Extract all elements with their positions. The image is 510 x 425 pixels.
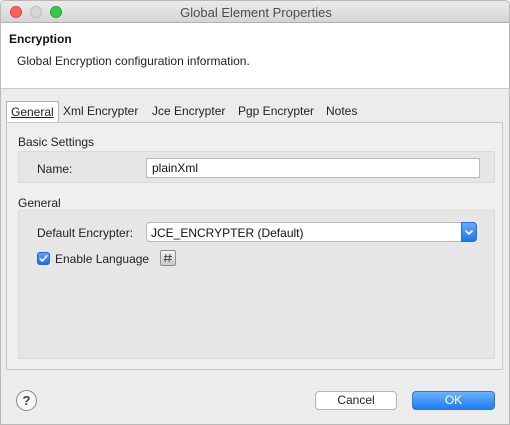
section-title: Encryption [9,32,72,46]
default-encrypter-value: JCE_ENCRYPTER (Default) [151,226,304,240]
checkmark-icon [39,255,48,262]
general-group-label: General [18,196,61,210]
chevron-down-icon[interactable] [461,222,477,242]
cancel-button[interactable]: Cancel [315,391,397,410]
help-icon[interactable]: ? [16,390,37,411]
tab-jce-encrypter[interactable]: Jce Encrypter [148,101,229,122]
ok-button[interactable]: OK [412,391,495,410]
tab-general[interactable]: General [6,101,59,123]
name-label: Name: [37,162,73,176]
window-title: Global Element Properties [180,5,332,20]
enable-language-label: Enable Language [55,252,150,266]
tab-pgp-encrypter[interactable]: Pgp Encrypter [234,101,318,122]
section-description: Global Encryption configuration informat… [17,54,250,68]
basic-settings-label: Basic Settings [18,135,95,149]
dialog-window: Global Element Properties Encryption Glo… [0,0,510,425]
general-group: Default Encrypter: JCE_ENCRYPTER (Defaul… [18,210,495,359]
name-input[interactable] [146,158,480,178]
hash-icon [163,253,172,263]
default-encrypter-label: Default Encrypter: [37,226,134,240]
enable-language-checkbox[interactable] [37,252,50,265]
dialog-header: Encryption Global Encryption configurati… [1,23,509,89]
basic-settings-group: Name: [18,151,495,183]
title-bar: Global Element Properties [1,1,509,23]
tab-xml-encrypter[interactable]: Xml Encrypter [59,101,142,122]
default-encrypter-select[interactable]: JCE_ENCRYPTER (Default) [146,222,477,242]
tab-notes[interactable]: Notes [322,101,361,122]
expression-mode-button[interactable] [160,250,176,266]
general-tab-panel: Basic Settings Name: General Default Enc… [6,122,503,370]
